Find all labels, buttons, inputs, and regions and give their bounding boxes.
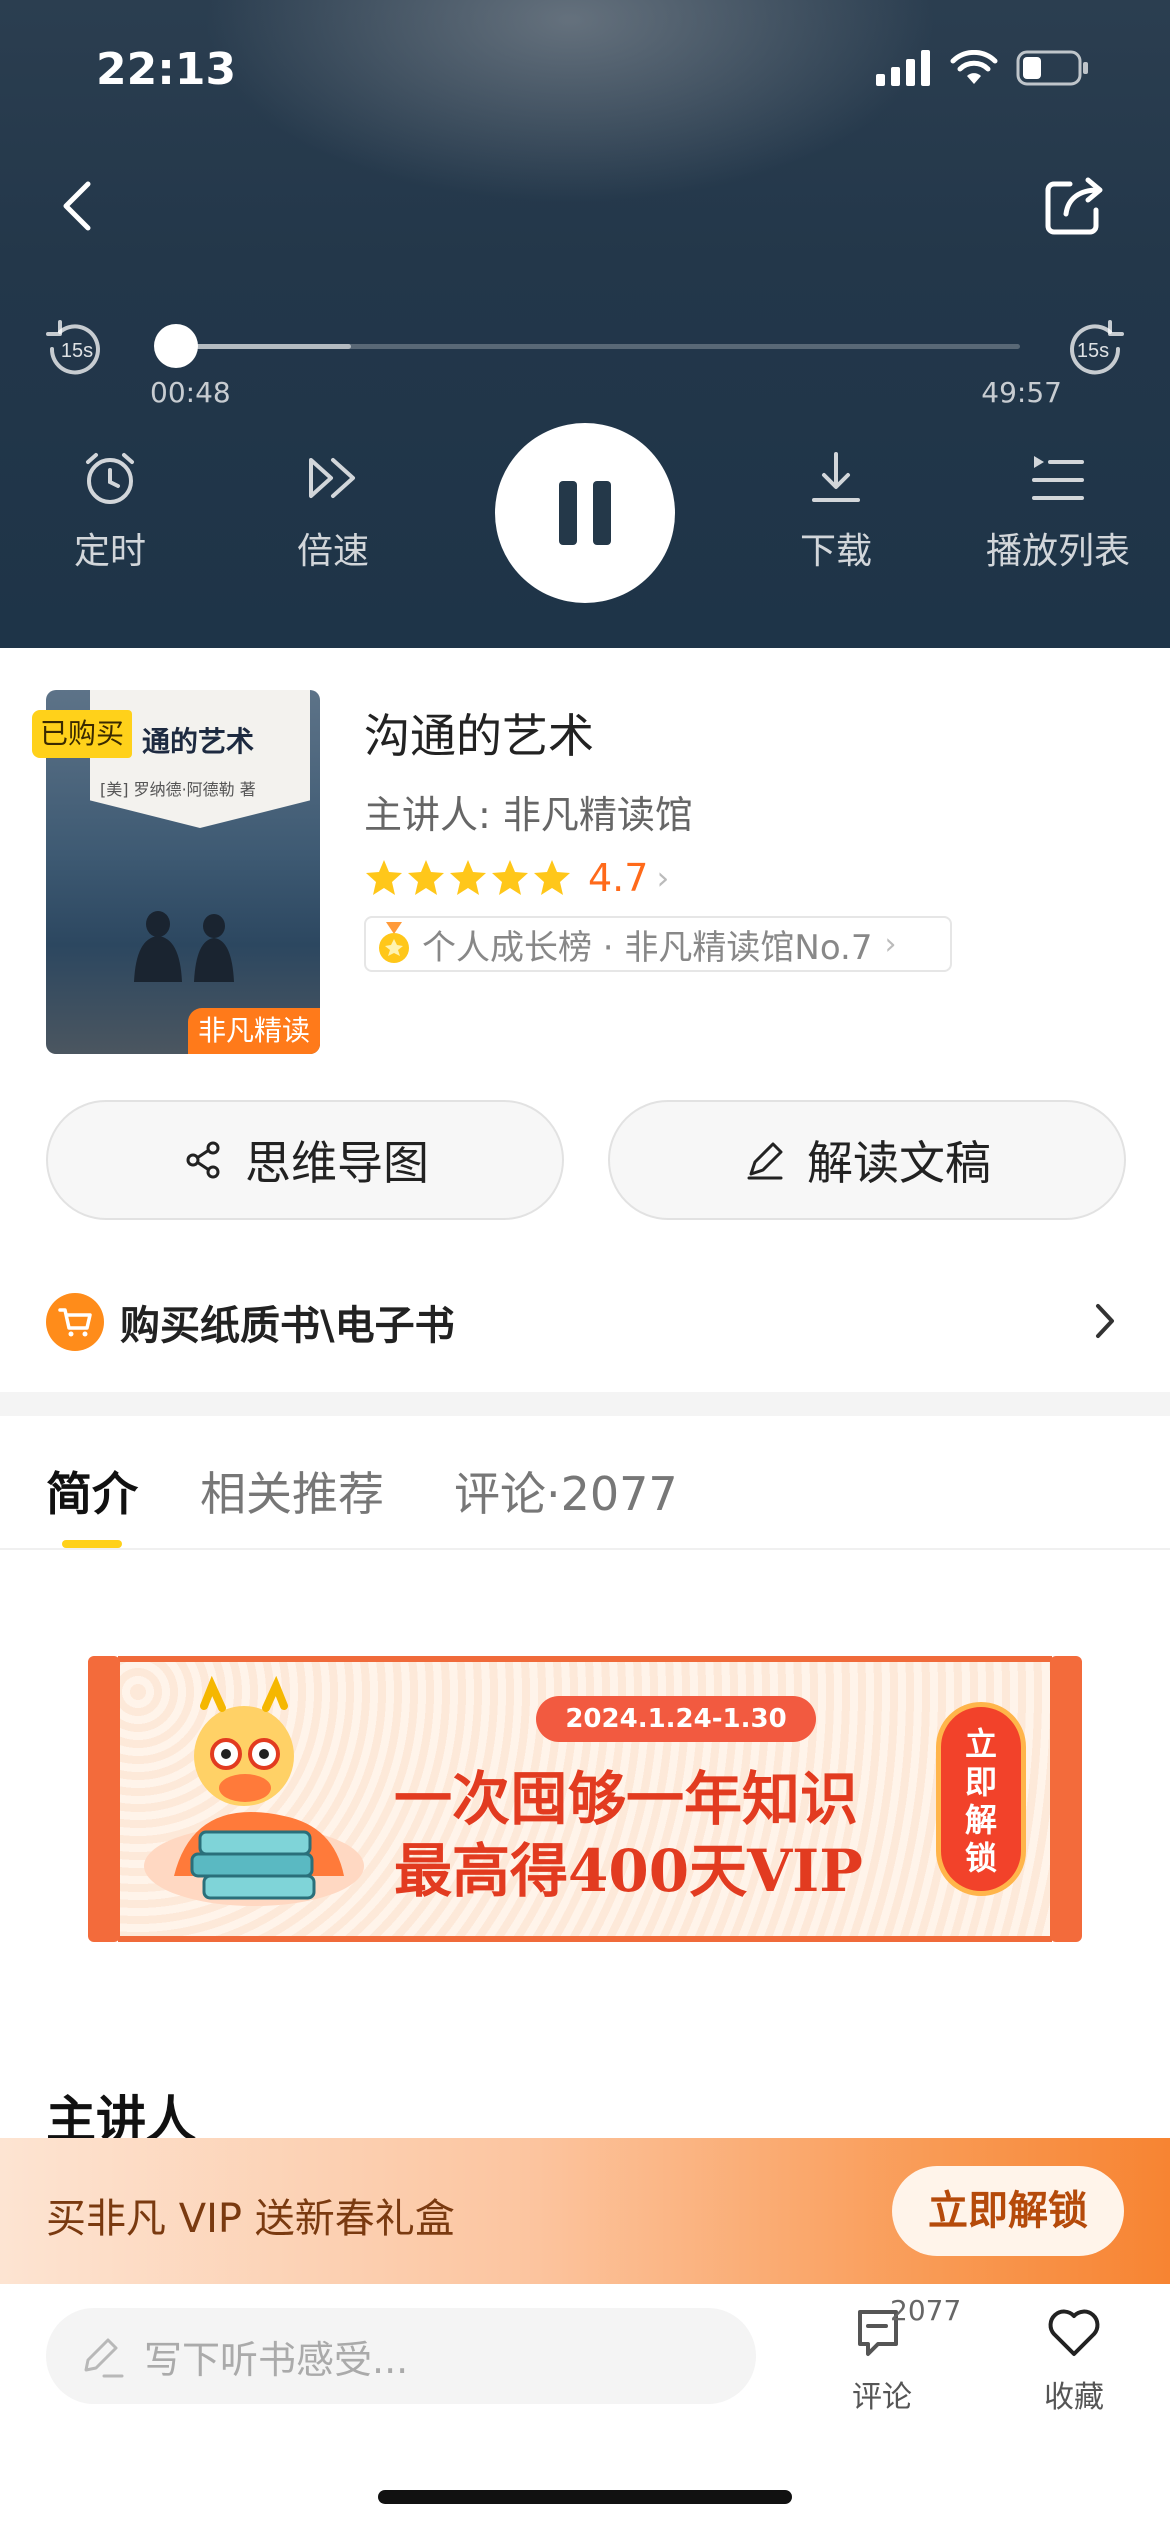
star-icon	[534, 860, 570, 895]
brand-badge: 非凡精读	[188, 1008, 320, 1054]
tab-related[interactable]: 相关推荐	[200, 1458, 384, 1524]
skip-back-label: 15s	[61, 340, 93, 362]
section-divider	[0, 1392, 1170, 1416]
book-speaker: 主讲人: 非凡精读馆	[364, 793, 693, 837]
book-title: 沟通的艺术	[364, 709, 594, 763]
buy-book-row[interactable]: 购买纸质书\电子书	[46, 1292, 1124, 1352]
vip-promo-text: 买非凡 VIP 送新春礼盒	[46, 2196, 455, 2242]
pause-button[interactable]	[495, 423, 675, 603]
pause-icon-bar	[593, 481, 611, 545]
skip-forward-15-icon[interactable]: 15s	[1060, 314, 1130, 384]
vip-unlock-button[interactable]: 立即解锁	[892, 2166, 1124, 2256]
skip-back-15-icon[interactable]: 15s	[40, 314, 110, 384]
star-icon	[408, 860, 444, 895]
pen-icon	[747, 1142, 783, 1180]
scroll-cap-right	[1050, 1656, 1082, 1942]
timer-button[interactable]: 定时	[20, 448, 200, 574]
comment-count-badge: 2077	[890, 2294, 962, 2327]
rank-badge[interactable]: 个人成长榜 · 非凡精读馆No.7 ›	[364, 916, 952, 972]
alarm-clock-icon	[86, 453, 134, 504]
star-icon	[366, 860, 402, 895]
rank-text: 个人成长榜 · 非凡精读馆No.7	[422, 927, 873, 968]
favorite-button[interactable]: 收藏	[1014, 2302, 1134, 2416]
mind-map-icon	[186, 1141, 220, 1179]
pencil-icon	[84, 2338, 124, 2378]
purchased-badge: 已购买	[32, 710, 133, 758]
cover-title: 通的艺术	[142, 725, 255, 758]
chevron-right-icon: ›	[656, 859, 670, 897]
rating-row[interactable]: 4.7 ›	[364, 856, 669, 900]
playlist-button[interactable]: 播放列表	[968, 448, 1148, 574]
status-icons	[876, 50, 1090, 86]
tab-indicator	[62, 1540, 122, 1548]
chevron-right-icon	[1096, 1304, 1114, 1338]
chevron-right-icon: ›	[884, 926, 897, 962]
fast-forward-icon	[309, 458, 355, 498]
mind-map-button[interactable]: 思维导图	[46, 1100, 564, 1220]
mind-map-label: 思维导图	[245, 1136, 429, 1190]
battery-icon	[1016, 50, 1088, 86]
download-icon	[812, 452, 860, 502]
scroll-cap-left	[88, 1656, 120, 1942]
promo-unlock-label: 立即解锁	[964, 1725, 997, 1877]
shopping-cart-icon	[46, 1293, 104, 1351]
timer-label: 定时	[73, 531, 146, 572]
comments-label: 评论	[852, 2380, 912, 2415]
speed-button[interactable]: 倍速	[243, 448, 423, 574]
buy-book-label: 购买纸质书\电子书	[120, 1303, 455, 1349]
speed-label: 倍速	[296, 531, 369, 572]
tab-comments[interactable]: 评论·2077	[454, 1458, 678, 1524]
progress-track[interactable]	[153, 324, 1020, 368]
skip-forward-label: 15s	[1077, 340, 1109, 362]
dragon-books-illustration	[144, 1676, 364, 1906]
star-icon	[450, 860, 486, 895]
player-header: 22:13 15s 15s 00:48 49:57 定时 倍速 下载 播放列表	[0, 0, 1170, 648]
comment-input[interactable]: 写下听书感受...	[46, 2308, 756, 2404]
star-icon	[492, 860, 528, 895]
promo-date: 2024.1.24-1.30	[536, 1696, 816, 1742]
tab-intro[interactable]: 简介	[46, 1458, 138, 1524]
wifi-icon	[950, 50, 998, 84]
pause-icon	[559, 481, 577, 545]
share-icon[interactable]	[1040, 170, 1110, 240]
cover-author: [美] 罗纳德·阿德勒 著	[100, 780, 256, 799]
total-time: 49:57	[981, 376, 1062, 409]
promo-subheadline: 最高得400天VIP	[394, 1837, 863, 1905]
vip-promo-bar[interactable]: 买非凡 VIP 送新春礼盒 立即解锁	[0, 2138, 1170, 2284]
playlist-icon	[1032, 456, 1084, 500]
current-time: 00:48	[150, 376, 231, 409]
comment-placeholder: 写下听书感受...	[144, 2337, 409, 2382]
promo-banner[interactable]: 2024.1.24-1.30 一次囤够一年知识 最高得400天VIP 立即解锁	[88, 1656, 1082, 1942]
transcript-button[interactable]: 解读文稿	[608, 1100, 1126, 1220]
download-button[interactable]: 下载	[746, 448, 926, 574]
cellular-signal-icon	[876, 50, 930, 86]
cover-illustration	[134, 911, 234, 982]
back-icon[interactable]	[52, 176, 112, 236]
medal-icon	[379, 922, 409, 963]
promo-unlock-button[interactable]: 立即解锁	[936, 1702, 1026, 1896]
rating-value: 4.7	[588, 856, 649, 900]
home-indicator[interactable]	[378, 2490, 792, 2504]
download-label: 下载	[799, 531, 872, 572]
heart-icon	[1048, 2309, 1100, 2356]
detail-tabs: 简介 相关推荐 评论·2077	[0, 1416, 1170, 1550]
playlist-label: 播放列表	[985, 531, 1130, 572]
status-time: 22:13	[96, 44, 237, 95]
favorite-label: 收藏	[1044, 2380, 1104, 2415]
progress-thumb[interactable]	[153, 324, 198, 368]
transcript-label: 解读文稿	[807, 1136, 991, 1190]
